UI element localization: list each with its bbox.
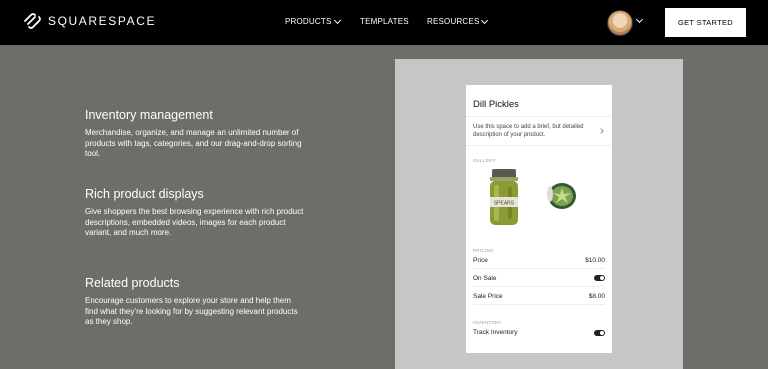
nav-templates-label: TEMPLATES <box>360 17 409 26</box>
squarespace-logo-icon <box>24 13 41 29</box>
chevron-down-icon[interactable] <box>635 15 644 24</box>
nav-products-label: PRODUCTS <box>285 17 332 26</box>
sale-price-row[interactable]: Sale Price $8.00 <box>473 288 605 305</box>
chevron-down-icon <box>333 16 341 24</box>
chevron-right-icon <box>598 128 604 134</box>
sale-price-value: $8.00 <box>588 292 605 300</box>
feature-body: Merchandise, organize, and manage an unl… <box>85 128 302 158</box>
nav-products[interactable]: PRODUCTS <box>285 16 341 26</box>
nav-templates[interactable]: TEMPLATES <box>360 17 409 26</box>
feature-body: Give shoppers the best browsing experien… <box>85 207 304 237</box>
feature-inventory: Inventory management Merchandise, organi… <box>85 108 305 160</box>
feature-title: Rich product displays <box>85 187 204 201</box>
logo-text: SQUARESPACE <box>48 14 157 28</box>
sale-price-label: Sale Price <box>473 292 503 300</box>
on-sale-row: On Sale <box>473 270 605 287</box>
jar-label: SPEARS <box>494 201 515 207</box>
track-inventory-toggle[interactable] <box>594 329 605 336</box>
gallery-label: GALLERY <box>473 158 496 163</box>
feature-title: Inventory management <box>85 108 213 122</box>
get-started-button[interactable]: GET STARTED <box>665 8 746 37</box>
price-label: Price <box>473 256 488 264</box>
nav-resources[interactable]: RESOURCES <box>427 16 489 26</box>
on-sale-toggle[interactable] <box>594 275 605 281</box>
nav-resources-label: RESOURCES <box>427 17 480 26</box>
top-nav: SQUARESPACE PRODUCTS TEMPLATES RESOURCES… <box>0 0 768 45</box>
avatar[interactable] <box>607 10 633 36</box>
pickle-jar-image[interactable]: SPEARS <box>488 169 520 227</box>
chevron-down-icon <box>481 16 489 24</box>
pickle-slice-image[interactable] <box>544 180 580 212</box>
price-value: $10.00 <box>585 256 605 264</box>
product-title: Dill Pickles <box>473 99 519 110</box>
logo[interactable]: SQUARESPACE <box>22 12 156 30</box>
feature-related-products: Related products Encourage customers to … <box>85 276 305 328</box>
on-sale-label: On Sale <box>473 274 497 282</box>
track-inventory-label: Track Inventory <box>473 329 518 336</box>
description-row[interactable]: Use this space to add a brief, but detai… <box>466 116 612 146</box>
feature-rich-displays: Rich product displays Give shoppers the … <box>85 187 305 239</box>
product-card: Dill Pickles Use this space to add a bri… <box>466 85 612 353</box>
track-inventory-row: Track Inventory <box>473 324 605 341</box>
feature-title: Related products <box>85 276 180 290</box>
product-description: Use this space to add a brief, but detai… <box>473 124 584 138</box>
feature-body: Encourage customers to explore your stor… <box>85 296 298 326</box>
price-row[interactable]: Price $10.00 <box>473 252 605 269</box>
